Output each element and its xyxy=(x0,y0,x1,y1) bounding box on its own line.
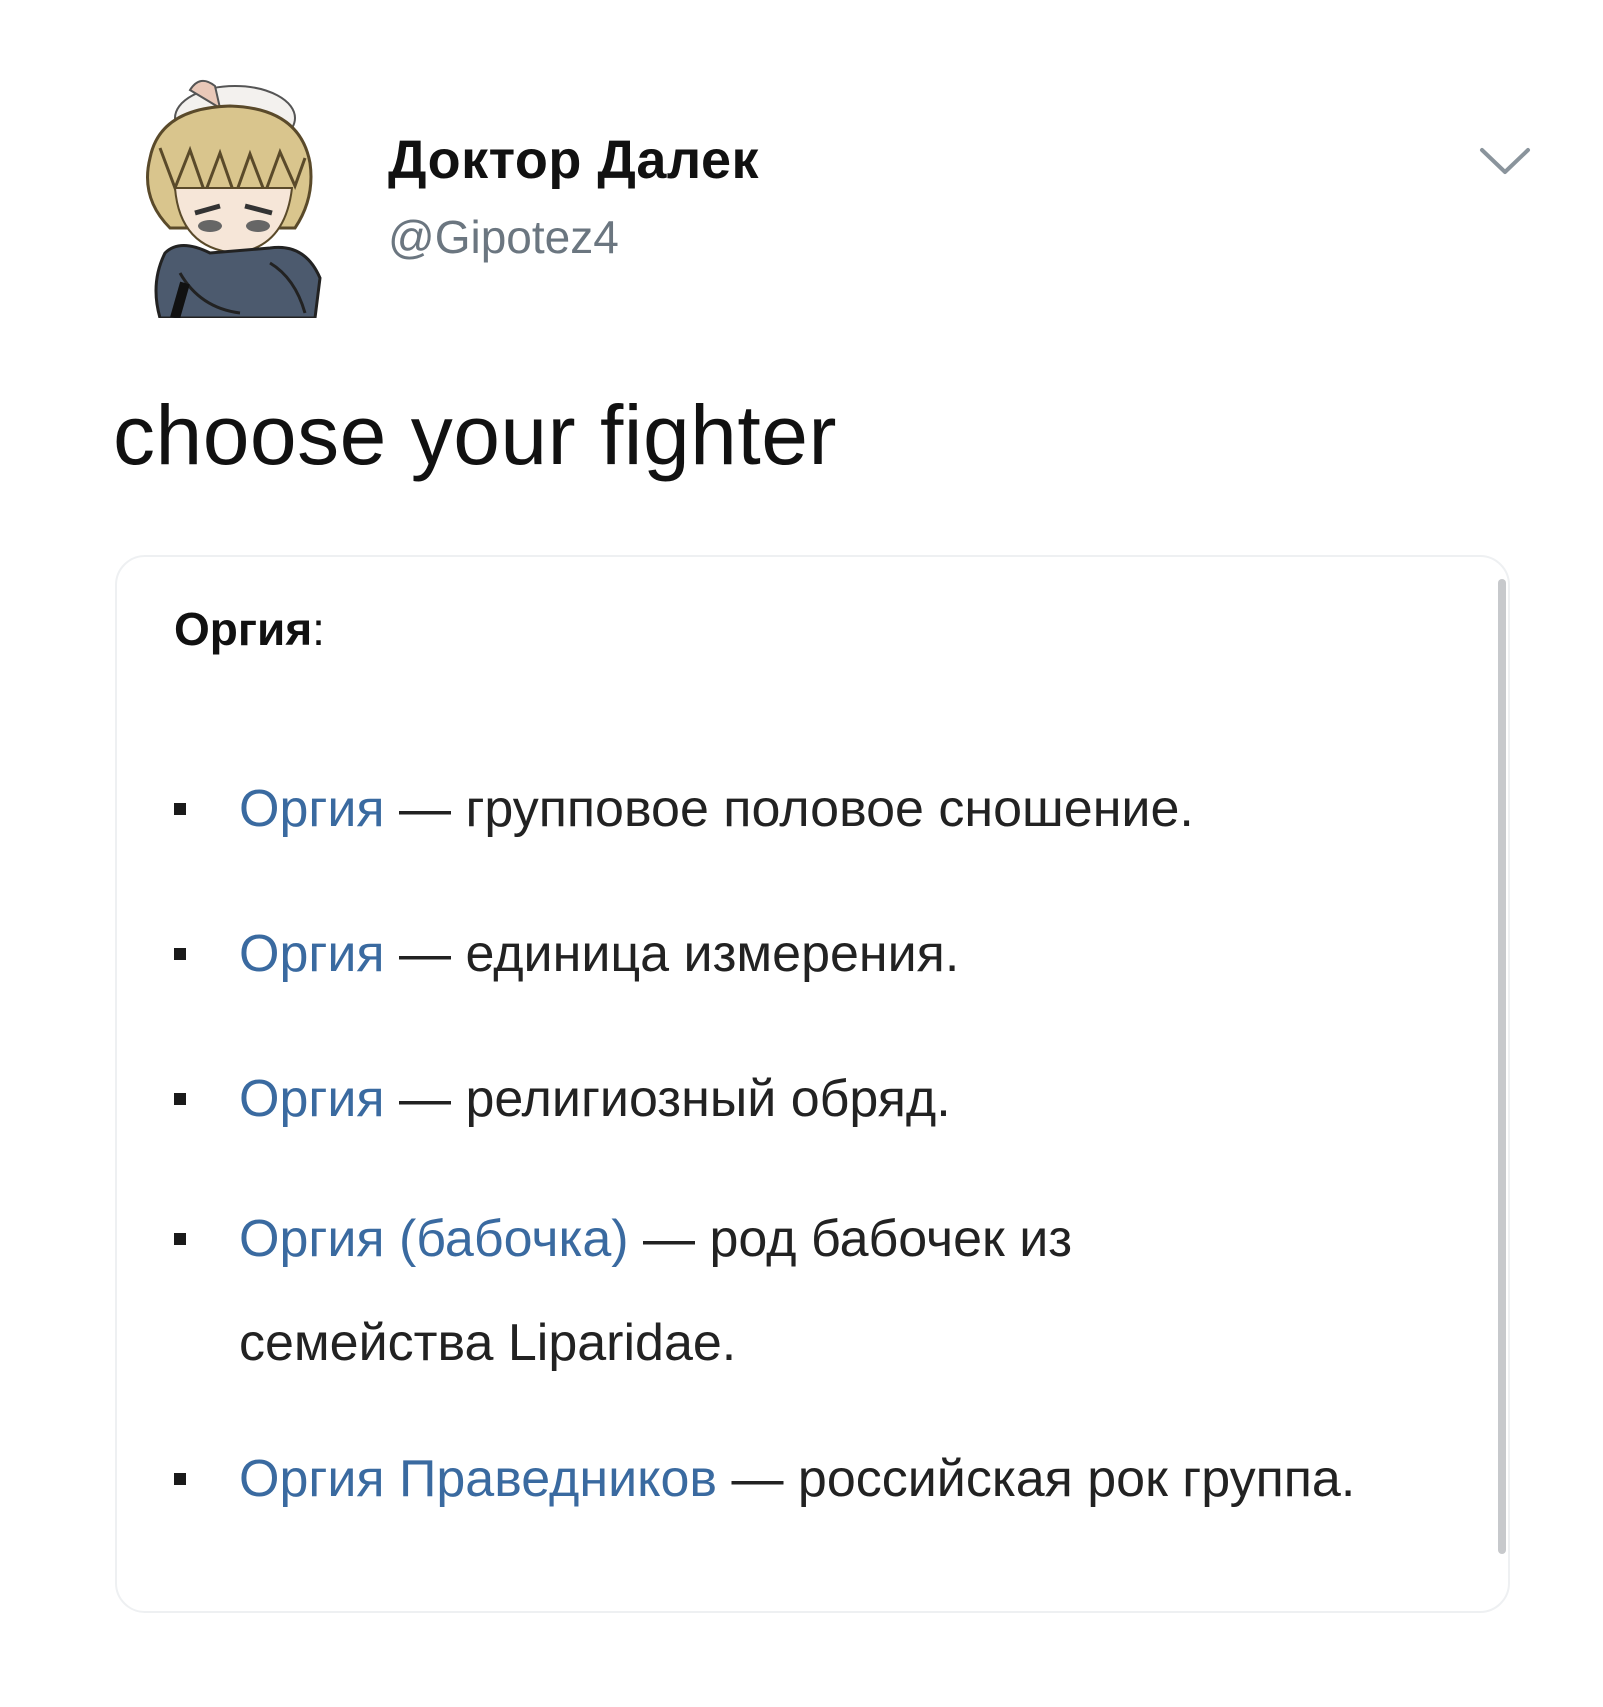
chevron-down-icon[interactable] xyxy=(1470,136,1540,186)
list-item-description: — групповое половое сношение. xyxy=(384,780,1194,838)
bullet-icon xyxy=(174,803,186,815)
tweet-header: Доктор Далек @Gipotez4 xyxy=(120,78,1540,338)
bullet-icon xyxy=(174,1093,186,1105)
display-name[interactable]: Доктор Далек xyxy=(388,128,759,192)
list-item-text: Оргия — групповое половое сношение. xyxy=(239,757,1439,861)
card-title-word: Оргия xyxy=(174,603,313,655)
wiki-disambiguation-card[interactable]: Оргия: Оргия — групповое половое сношени… xyxy=(115,555,1510,1613)
card-title-colon: : xyxy=(312,603,325,655)
list-item-description: — российская рок группа. xyxy=(717,1450,1356,1508)
avatar[interactable] xyxy=(120,78,350,320)
list-item-link[interactable]: Оргия xyxy=(239,1070,385,1128)
list-item-text: Оргия — религиозный обряд. xyxy=(239,1047,1439,1151)
card-title: Оргия: xyxy=(174,599,325,659)
list-item-description: — единица измерения. xyxy=(384,925,960,983)
user-handle[interactable]: @Gipotez4 xyxy=(388,210,759,264)
bullet-icon xyxy=(174,948,186,960)
list-item-link[interactable]: Оргия xyxy=(239,780,385,838)
list-item-text: Оргия Праведников — российская рок групп… xyxy=(239,1427,1389,1531)
tweet-text: choose your fighter xyxy=(113,388,837,482)
list-item-text: Оргия (бабочка) — род бабочек из семейст… xyxy=(239,1187,1279,1395)
card-scrollbar[interactable] xyxy=(1498,579,1506,1554)
bullet-icon xyxy=(174,1233,186,1245)
anime-character-avatar-icon xyxy=(146,79,322,320)
list-item-link[interactable]: Оргия xyxy=(239,925,385,983)
list-item-link[interactable]: Оргия Праведников xyxy=(239,1450,717,1508)
list-item-description: — религиозный обряд. xyxy=(384,1070,951,1128)
list-item-text: Оргия — единица измерения. xyxy=(239,902,1439,1006)
bullet-icon xyxy=(174,1473,186,1485)
user-names: Доктор Далек @Gipotez4 xyxy=(388,128,759,264)
list-item-link[interactable]: Оргия (бабочка) xyxy=(239,1210,629,1268)
